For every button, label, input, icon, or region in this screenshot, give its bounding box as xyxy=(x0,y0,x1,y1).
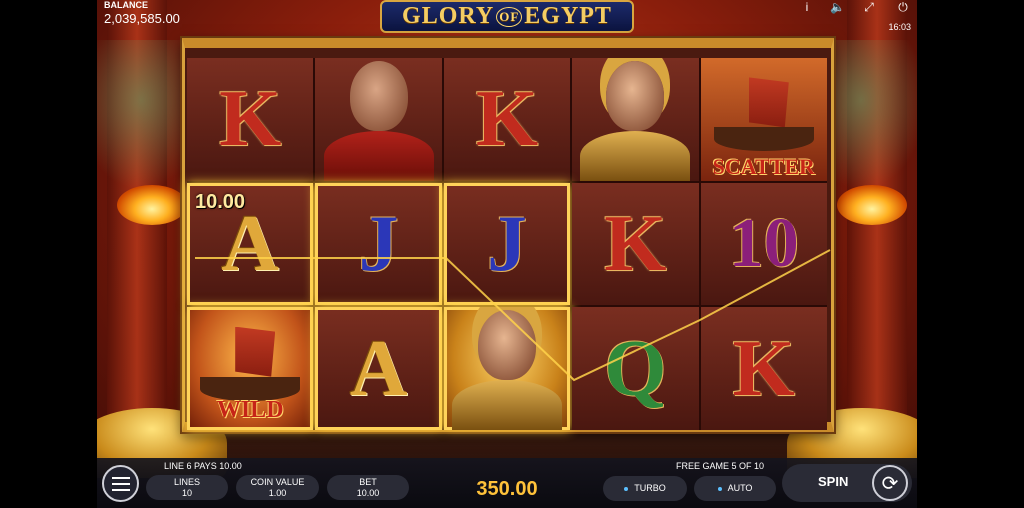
ship-icon xyxy=(709,77,819,159)
symbol-caesar xyxy=(315,58,441,181)
clock: 16:03 xyxy=(888,22,911,32)
game-stage: BALANCE 2,039,585.00 GLORY OF EGYPT i 🔈 … xyxy=(0,0,1024,508)
cleopatra-body xyxy=(451,379,562,430)
reel-cell-1-2: A 10.00 xyxy=(187,182,314,306)
fullscreen-icon[interactable]: ⤢ xyxy=(862,0,876,14)
logo-text-glory: GLORY xyxy=(402,3,495,29)
reel-grid: K K SCATTER A 10.00 J J K 10 WILD A Q K xyxy=(187,58,827,430)
auto-label: AUTO xyxy=(727,483,753,493)
logo-text-egypt: EGYPT xyxy=(524,3,612,29)
reel-cell-5-1: SCATTER xyxy=(700,58,827,181)
spin-label[interactable]: SPIN xyxy=(818,474,848,489)
menu-button[interactable] xyxy=(102,465,139,502)
line-pays-text: LINE 6 PAYS 10.00 xyxy=(164,461,242,471)
symbol-k: K xyxy=(219,75,282,164)
reel-cell-4-1 xyxy=(572,58,699,181)
brazier-right xyxy=(837,185,907,225)
reel-cell-2-2: J xyxy=(315,182,442,306)
caesar-body xyxy=(323,130,434,181)
reel-cell-3-1: K xyxy=(443,58,571,181)
reel-cell-3-3 xyxy=(443,307,571,430)
reel-cell-4-2: K xyxy=(572,182,699,306)
coin-value-label: COIN VALUE xyxy=(250,476,305,487)
ship-sail xyxy=(748,77,789,128)
reel-cell-1-1: K xyxy=(187,58,314,181)
balance-label: BALANCE xyxy=(104,0,148,10)
auto-indicator xyxy=(717,486,722,491)
spin-arrows-icon[interactable]: ⟳ xyxy=(872,465,908,501)
reel-cell-4-3: Q xyxy=(572,307,699,430)
win-amount-label: 10.00 xyxy=(195,190,246,213)
symbol-k: K xyxy=(732,324,795,413)
symbol-10: 10 xyxy=(728,204,799,282)
lines-selector[interactable]: LINES 10 xyxy=(146,475,228,500)
symbol-j: J xyxy=(358,199,399,288)
power-icon[interactable]: ⏻ xyxy=(896,0,910,14)
symbol-a: A xyxy=(349,324,408,413)
cleopatra-face xyxy=(477,309,536,380)
lines-label: LINES xyxy=(173,476,200,487)
symbol-j: J xyxy=(486,199,527,288)
auto-toggle[interactable]: AUTO xyxy=(694,476,776,501)
coin-value-value: 1.00 xyxy=(268,487,287,498)
reel-cell-3-2: J xyxy=(443,182,571,306)
symbol-wild-label: WILD xyxy=(216,396,284,423)
info-icon[interactable]: i xyxy=(800,0,814,14)
brazier-left xyxy=(117,185,187,225)
cleopatra-body xyxy=(580,130,691,181)
reel-cell-1-3: WILD xyxy=(187,307,314,430)
symbol-scatter-label: SCATTER xyxy=(712,154,815,179)
reel-cell-5-2: 10 xyxy=(700,182,827,306)
symbol-k: K xyxy=(604,199,667,288)
game-logo: GLORY OF EGYPT xyxy=(380,0,634,33)
symbol-a: A xyxy=(221,199,280,288)
reel-cell-2-1 xyxy=(315,58,442,181)
symbol-k: K xyxy=(475,75,539,164)
bet-value: 10.00 xyxy=(356,487,380,498)
hamburger-icon xyxy=(111,482,130,485)
ship-hull xyxy=(713,127,814,152)
reel-cell-5-3: K xyxy=(700,307,827,430)
ship-sail xyxy=(235,326,276,377)
logo-text-of: OF xyxy=(496,6,523,27)
coin-value-selector[interactable]: COIN VALUE 1.00 xyxy=(236,475,319,500)
cleopatra-face xyxy=(606,60,665,131)
turbo-toggle[interactable]: TURBO xyxy=(603,476,687,501)
symbol-q: Q xyxy=(604,324,667,413)
turbo-label: TURBO xyxy=(634,483,666,493)
free-game-counter: FREE GAME 5 OF 10 xyxy=(676,461,765,471)
turbo-indicator xyxy=(624,486,629,491)
lines-value: 10 xyxy=(181,487,192,498)
bet-label: BET xyxy=(359,476,377,487)
symbol-cleopatra xyxy=(572,58,698,181)
caesar-face xyxy=(349,60,408,131)
sound-icon[interactable]: 🔈 xyxy=(830,0,845,14)
symbol-cleopatra xyxy=(444,307,570,430)
total-win-display: 350.00 xyxy=(476,478,538,500)
balance-value: 2,039,585.00 xyxy=(104,11,180,26)
reel-cell-2-3: A xyxy=(315,307,442,430)
bet-selector[interactable]: BET 10.00 xyxy=(327,475,409,500)
